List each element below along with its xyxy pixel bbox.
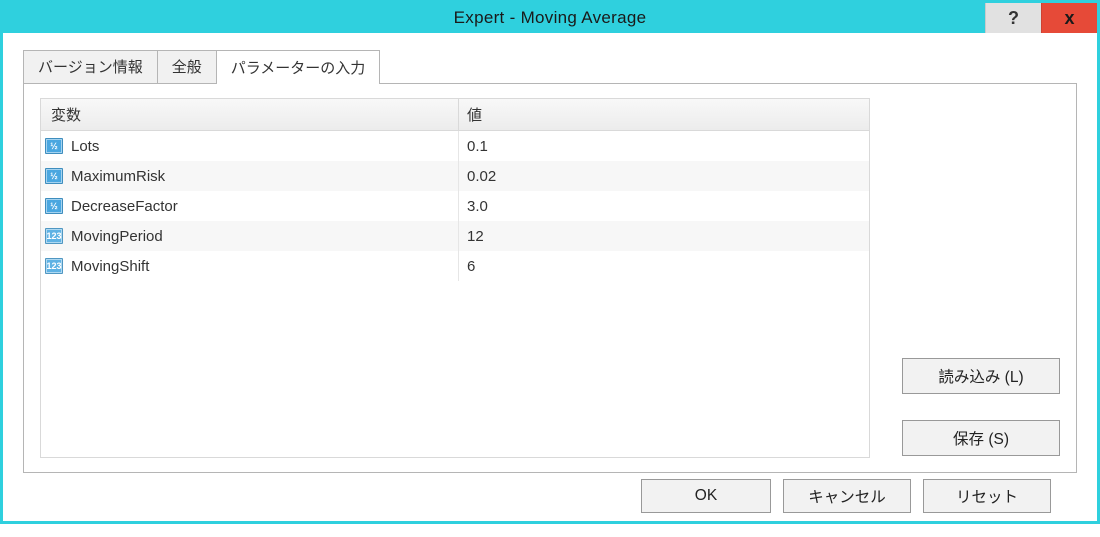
save-button[interactable]: 保存 (S) bbox=[902, 420, 1060, 456]
titlebar-buttons: ? x bbox=[985, 3, 1097, 33]
param-name: MovingShift bbox=[71, 258, 149, 275]
int-type-icon: 123 bbox=[45, 228, 63, 244]
parameters-table-wrap: 変数 値 ½ Lots 0.1 ½ bbox=[40, 98, 890, 458]
bottom-buttons: OK キャンセル リセット bbox=[23, 473, 1077, 519]
tab-version-info[interactable]: バージョン情報 bbox=[23, 50, 158, 83]
table-body: ½ Lots 0.1 ½ MaximumRisk 0.02 bbox=[41, 131, 869, 281]
tab-general[interactable]: 全般 bbox=[157, 50, 217, 83]
double-type-icon: ½ bbox=[45, 138, 63, 154]
reset-button[interactable]: リセット bbox=[923, 479, 1051, 513]
side-buttons: 読み込み (L) 保存 (S) bbox=[890, 98, 1060, 458]
client-area: バージョン情報 全般 パラメーターの入力 変数 値 ½ Lots bbox=[3, 33, 1097, 537]
table-row[interactable]: ½ MaximumRisk 0.02 bbox=[41, 161, 869, 191]
param-value[interactable]: 0.02 bbox=[459, 168, 869, 185]
parameters-table[interactable]: 変数 値 ½ Lots 0.1 ½ bbox=[40, 98, 870, 458]
param-name: Lots bbox=[71, 138, 99, 155]
column-header-variable[interactable]: 変数 bbox=[41, 99, 459, 130]
close-button[interactable]: x bbox=[1041, 3, 1097, 33]
load-button[interactable]: 読み込み (L) bbox=[902, 358, 1060, 394]
param-value[interactable]: 3.0 bbox=[459, 198, 869, 215]
param-name: DecreaseFactor bbox=[71, 198, 178, 215]
int-type-icon: 123 bbox=[45, 258, 63, 274]
table-row[interactable]: 123 MovingShift 6 bbox=[41, 251, 869, 281]
param-value[interactable]: 0.1 bbox=[459, 138, 869, 155]
tab-parameters-input[interactable]: パラメーターの入力 bbox=[216, 50, 381, 84]
dialog-window: Expert - Moving Average ? x バージョン情報 全般 パ… bbox=[0, 0, 1100, 524]
param-value[interactable]: 6 bbox=[459, 258, 869, 275]
double-type-icon: ½ bbox=[45, 198, 63, 214]
cancel-button[interactable]: キャンセル bbox=[783, 479, 911, 513]
double-type-icon: ½ bbox=[45, 168, 63, 184]
table-row[interactable]: ½ DecreaseFactor 3.0 bbox=[41, 191, 869, 221]
param-name: MovingPeriod bbox=[71, 228, 163, 245]
table-header: 変数 値 bbox=[41, 99, 869, 131]
help-button[interactable]: ? bbox=[985, 3, 1041, 33]
table-row[interactable]: ½ Lots 0.1 bbox=[41, 131, 869, 161]
window-title: Expert - Moving Average bbox=[454, 8, 647, 28]
param-value[interactable]: 12 bbox=[459, 228, 869, 245]
table-row[interactable]: 123 MovingPeriod 12 bbox=[41, 221, 869, 251]
ok-button[interactable]: OK bbox=[641, 479, 771, 513]
titlebar[interactable]: Expert - Moving Average ? x bbox=[3, 3, 1097, 33]
tabstrip: バージョン情報 全般 パラメーターの入力 bbox=[23, 49, 1077, 83]
tab-panel: 変数 値 ½ Lots 0.1 ½ bbox=[23, 83, 1077, 473]
param-name: MaximumRisk bbox=[71, 168, 165, 185]
column-header-value[interactable]: 値 bbox=[459, 99, 869, 130]
